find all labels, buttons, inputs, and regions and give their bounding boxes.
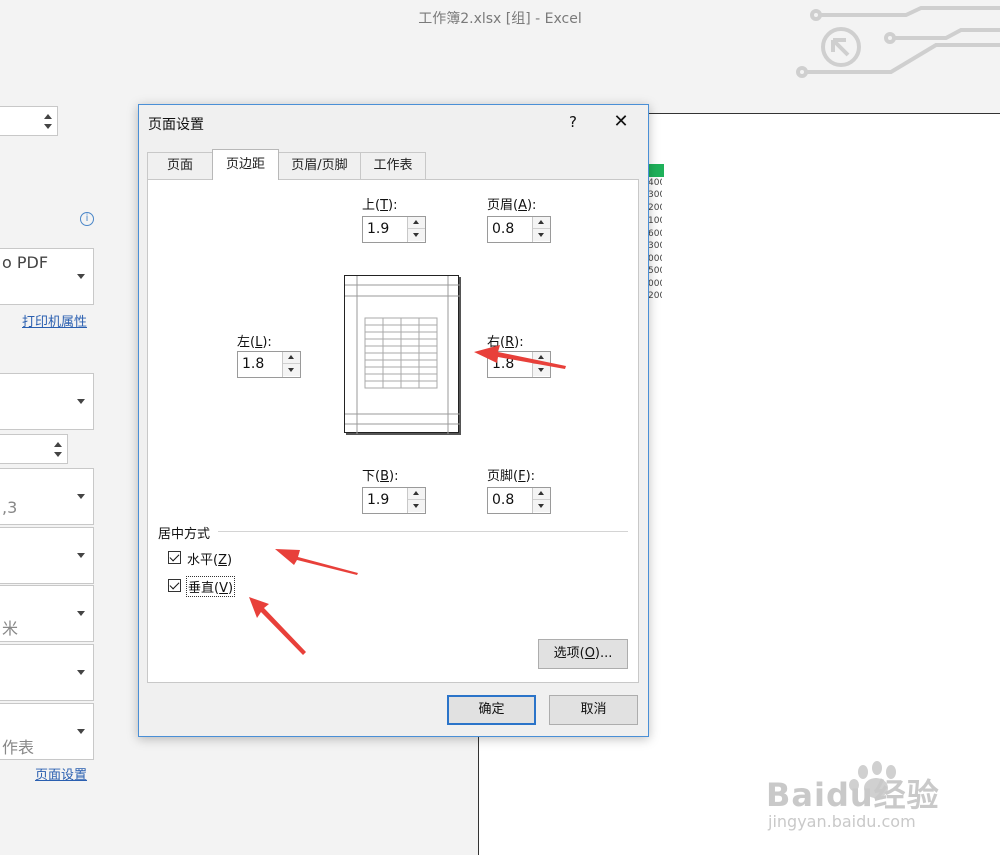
footer-margin-label: 页脚(F): [487, 469, 536, 484]
spin-up-button[interactable] [533, 488, 550, 500]
spin-down-button[interactable] [533, 229, 550, 241]
page-setup-link[interactable]: 页面设置 [35, 764, 87, 783]
header-margin-value[interactable]: 0.8 [492, 221, 514, 237]
decorative-circuit-logo [796, 6, 1000, 78]
print-what-dropdown[interactable] [0, 373, 94, 430]
preview-number: 600 [648, 229, 662, 239]
right-margin-value[interactable]: 1.8 [492, 356, 514, 372]
printer-dropdown[interactable]: o PDF [0, 248, 94, 305]
left-margin-label: 左(L): [237, 335, 272, 350]
pages-spin-buttons[interactable] [53, 439, 63, 459]
spin-up-button[interactable] [408, 488, 425, 500]
preview-number: 500 [648, 266, 662, 276]
chevron-down-icon [77, 273, 85, 279]
preview-number: 100 [648, 216, 662, 226]
header-margin-spinner[interactable]: 0.8 [487, 216, 551, 243]
bottom-margin-spinner[interactable]: 1.9 [362, 487, 426, 514]
spin-down-button[interactable] [533, 364, 550, 376]
group-divider [218, 531, 628, 532]
watermark-url: jingyan.baidu.com [768, 812, 916, 831]
options-button[interactable]: 选项(O)... [538, 639, 628, 669]
tab-header-footer[interactable]: 页眉/页脚 [278, 152, 361, 179]
bottom-margin-value[interactable]: 1.9 [367, 492, 389, 508]
spin-up-button[interactable] [533, 352, 550, 364]
printer-properties-link[interactable]: 打印机属性 [22, 311, 87, 330]
top-margin-spinner[interactable]: 1.9 [362, 216, 426, 243]
preview-number: 000 [648, 279, 662, 289]
info-icon[interactable]: i [80, 212, 94, 226]
center-on-page-label: 居中方式 [158, 527, 211, 542]
orientation-dropdown[interactable] [0, 527, 94, 584]
scaling-dropdown[interactable]: 作表 [0, 703, 94, 760]
right-margin-spinner[interactable]: 1.8 [487, 351, 551, 378]
margins-value: 米 [2, 619, 19, 638]
preview-number: 000 [648, 254, 662, 264]
cancel-button[interactable]: 取消 [549, 695, 638, 725]
watermark-brand: Baidu经验 [766, 776, 940, 814]
footer-margin-value[interactable]: 0.8 [492, 492, 514, 508]
chevron-down-icon [77, 669, 85, 675]
margins-dropdown[interactable]: 米 [0, 585, 94, 642]
collate-value: ,3 [2, 498, 18, 517]
spin-down-button[interactable] [408, 229, 425, 241]
preview-number: 200 [648, 203, 662, 213]
page-setup-dialog: 页面设置 ? ✕ 页面 页边距 页眉/页脚 工作表 上(T): 1.9 页眉(A… [138, 104, 649, 737]
horizontal-center-label[interactable]: 水平(Z) [187, 549, 232, 568]
spin-up-button[interactable] [283, 352, 300, 364]
copies-spin-buttons[interactable] [43, 111, 53, 131]
spin-down-button[interactable] [283, 364, 300, 376]
tab-sheet[interactable]: 工作表 [360, 152, 426, 179]
preview-highlight-cell [648, 164, 664, 177]
chevron-down-icon [77, 398, 85, 404]
pages-spinner[interactable] [0, 434, 68, 464]
paper-size-dropdown[interactable] [0, 644, 94, 701]
top-margin-label: 上(T): [362, 198, 398, 213]
help-button[interactable]: ? [563, 113, 583, 131]
ok-button[interactable]: 确定 [447, 695, 536, 725]
right-margin-label: 右(R): [487, 335, 524, 350]
spin-down-button[interactable] [408, 500, 425, 512]
top-margin-value[interactable]: 1.9 [367, 221, 389, 237]
printer-name: o PDF [2, 253, 49, 272]
tab-page[interactable]: 页面 [147, 152, 213, 179]
vertical-center-checkbox[interactable] [168, 579, 181, 592]
spin-up-button[interactable] [408, 217, 425, 229]
margins-tab-panel: 上(T): 1.9 页眉(A): 0.8 左(L): 1.8 右(R): 1.8 [147, 179, 639, 683]
chevron-down-icon [77, 552, 85, 558]
bottom-margin-label: 下(B): [362, 469, 399, 484]
copies-spinner[interactable] [0, 106, 58, 136]
horizontal-center-checkbox[interactable] [168, 551, 181, 564]
chevron-down-icon [77, 493, 85, 499]
chevron-down-icon [77, 610, 85, 616]
scaling-value: 作表 [2, 738, 35, 757]
page-preview-graphic [345, 276, 460, 434]
left-margin-value[interactable]: 1.8 [242, 356, 264, 372]
close-icon[interactable]: ✕ [610, 111, 632, 132]
preview-number: 300 [648, 190, 662, 200]
preview-number: 400 [648, 178, 662, 188]
dialog-title: 页面设置 [148, 117, 204, 133]
vertical-center-label[interactable]: 垂直(V) [185, 576, 236, 597]
preview-number: 200 [648, 291, 662, 301]
header-margin-label: 页眉(A): [487, 198, 537, 213]
spin-down-button[interactable] [533, 500, 550, 512]
left-margin-spinner[interactable]: 1.8 [237, 351, 301, 378]
collate-dropdown[interactable]: ,3 [0, 468, 94, 525]
preview-number: 300 [648, 241, 662, 251]
footer-margin-spinner[interactable]: 0.8 [487, 487, 551, 514]
chevron-down-icon [77, 728, 85, 734]
spin-up-button[interactable] [533, 217, 550, 229]
margins-page-preview [344, 275, 460, 434]
tab-margins[interactable]: 页边距 [212, 149, 279, 180]
